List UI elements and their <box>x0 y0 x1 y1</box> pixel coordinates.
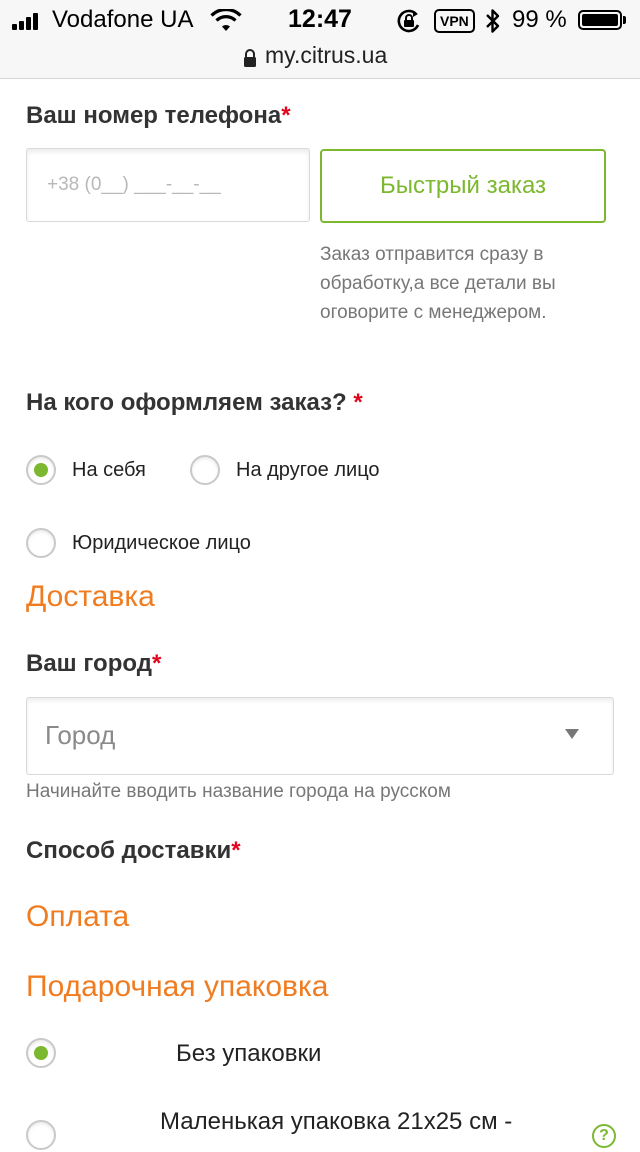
url-text[interactable]: my.citrus.ua <box>265 42 387 69</box>
radio-label: На другое лицо <box>236 458 380 481</box>
radio-option-legal-entity[interactable]: Юридическое лицо <box>26 526 251 560</box>
radio-label: Маленькая упаковка 21x25 см - <box>160 1108 513 1135</box>
bluetooth-icon <box>486 9 500 33</box>
radio-option-no-wrap[interactable] <box>26 1036 56 1070</box>
city-label-text: Ваш город <box>26 650 152 677</box>
phone-input[interactable] <box>26 148 310 222</box>
required-mark: * <box>281 102 291 129</box>
lock-icon <box>244 49 256 67</box>
radio-option-small-wrap[interactable] <box>26 1118 56 1152</box>
delivery-method-label: Способ доставки* <box>26 837 241 865</box>
battery-percent: 99 % <box>512 6 567 33</box>
recipient-label: На кого оформляем заказ? * <box>26 389 363 417</box>
phone-label-text: Ваш номер телефона <box>26 102 282 129</box>
delivery-title: Доставка <box>26 580 155 613</box>
radio-button[interactable] <box>26 1038 56 1068</box>
battery-tip <box>623 16 626 24</box>
city-select-value: Город <box>45 720 116 750</box>
vpn-badge: VPN <box>434 9 475 33</box>
city-select[interactable]: Город <box>26 697 614 775</box>
radio-label: На себя <box>72 458 146 481</box>
recipient-label-text: На кого оформляем заказ? <box>26 389 347 416</box>
required-mark: * <box>151 650 162 677</box>
battery-level <box>582 14 618 26</box>
city-hint: Начинайте вводить название города на рус… <box>26 781 451 802</box>
radio-label: Юридическое лицо <box>72 531 251 554</box>
radio-option-other-person[interactable]: На другое лицо <box>190 453 380 487</box>
quick-order-button[interactable]: Быстрый заказ <box>320 149 606 223</box>
phone-label: Ваш номер телефона* <box>26 102 291 130</box>
required-mark: * <box>231 837 241 864</box>
payment-title: Оплата <box>26 900 130 933</box>
radio-button[interactable] <box>26 455 56 485</box>
gift-wrap-title: Подарочная упаковка <box>26 970 329 1003</box>
status-bar: Vodafone UA 12:47 VPN 99 % <box>0 0 640 40</box>
rotation-lock-icon <box>397 9 420 33</box>
radio-button[interactable] <box>190 455 220 485</box>
quick-order-note: Заказ отправится сразу в обработку,а все… <box>320 244 556 323</box>
url-bar[interactable]: my.citrus.ua <box>0 40 640 79</box>
required-mark: * <box>346 389 363 416</box>
dropdown-arrow-icon <box>565 729 579 739</box>
radio-option-self[interactable]: На себя <box>26 453 146 487</box>
battery-icon <box>578 10 622 30</box>
radio-button[interactable] <box>26 1120 56 1150</box>
radio-label: Без упаковки <box>176 1040 322 1067</box>
question-icon[interactable]: ? <box>592 1124 616 1148</box>
radio-button[interactable] <box>26 528 56 558</box>
delivery-method-label-text: Способ доставки <box>26 837 232 864</box>
city-label: Ваш город* <box>26 650 161 678</box>
